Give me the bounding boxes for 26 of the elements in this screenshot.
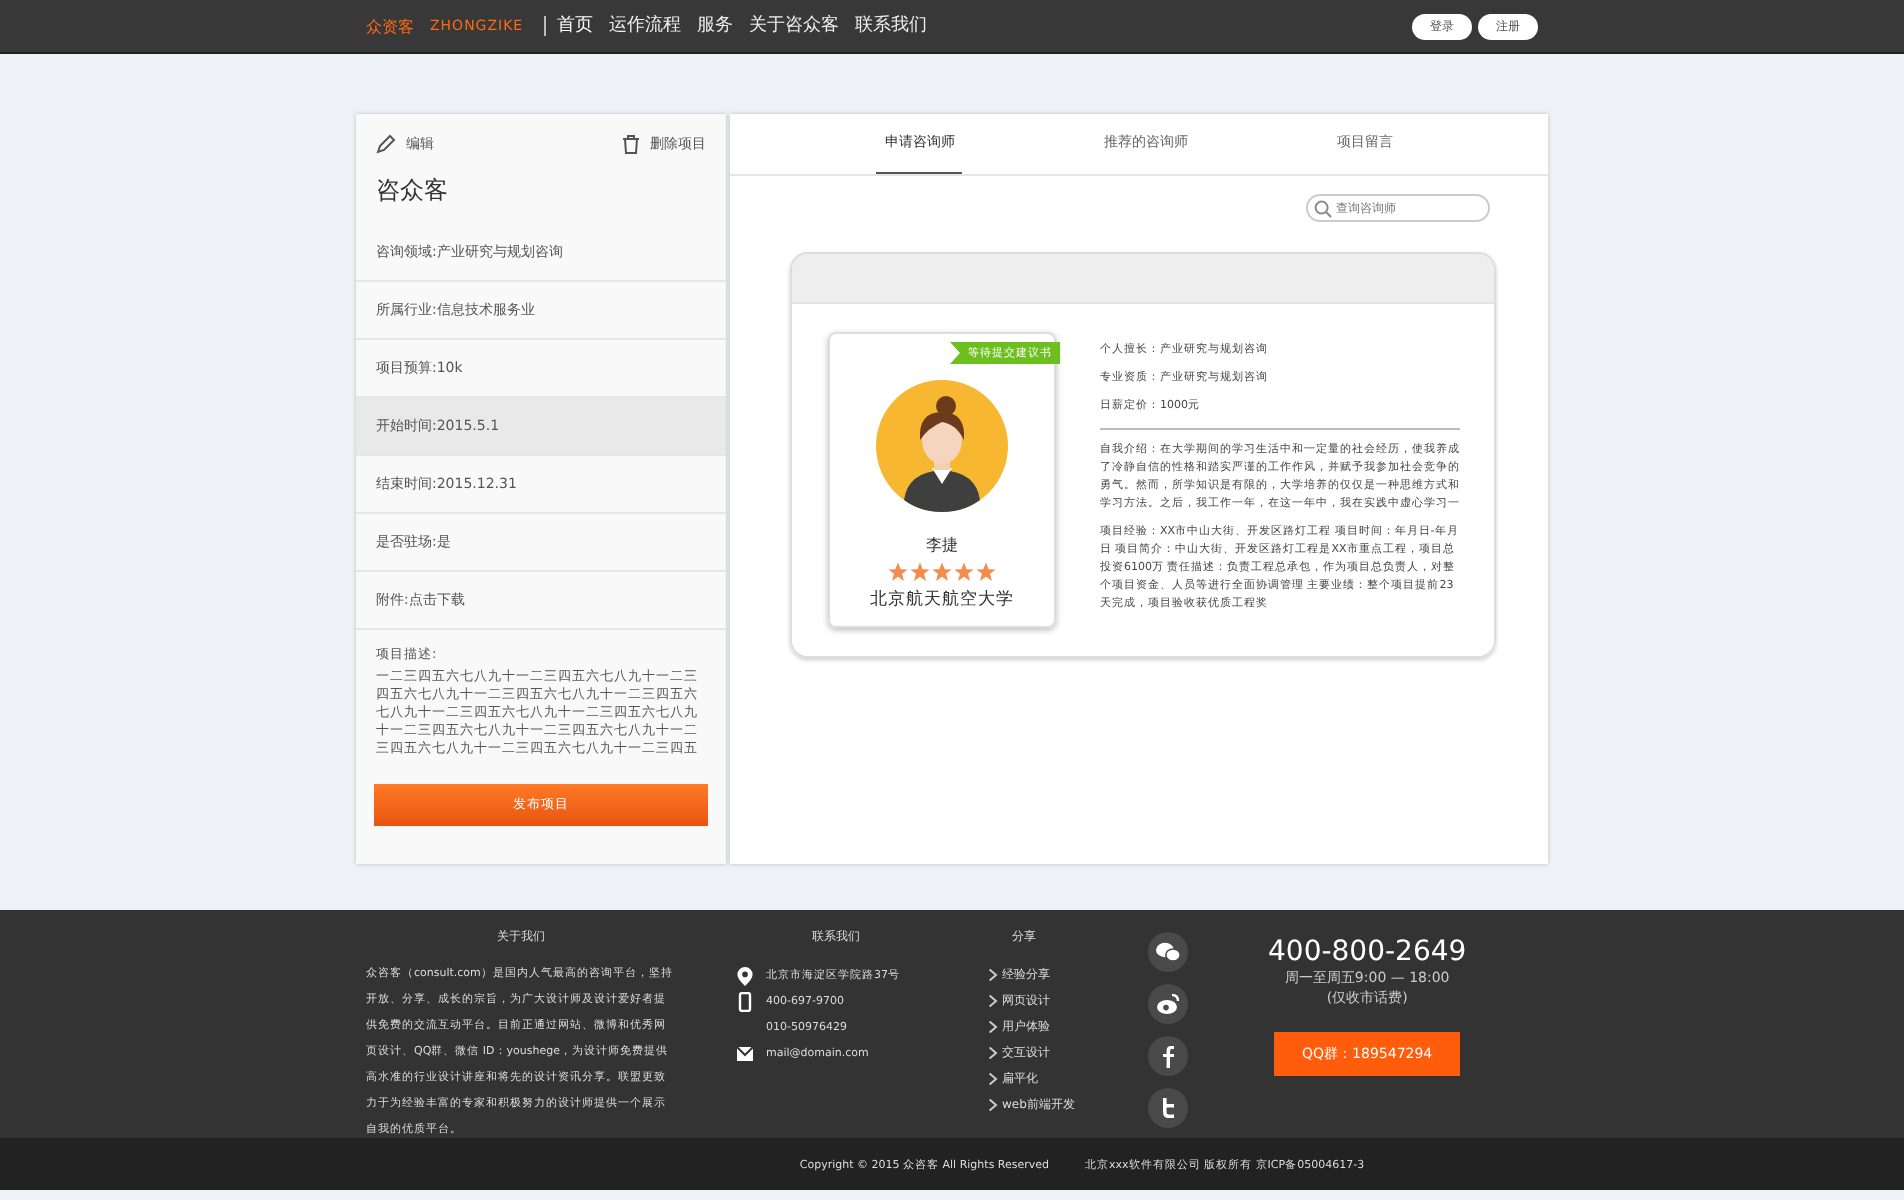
location-pin-icon <box>736 965 754 985</box>
phone-icon <box>736 991 754 1011</box>
consultant-name: 李捷 <box>926 534 958 556</box>
nav-link[interactable]: 首页 <box>557 11 594 41</box>
star-icon <box>954 562 974 582</box>
school-name: 北京航天航空大学 <box>870 588 1014 612</box>
star-icon <box>888 562 908 582</box>
nav-link[interactable]: 关于咨众客 <box>749 11 840 41</box>
hotline-number: 400-800-2649 <box>1268 936 1467 968</box>
trash-icon <box>622 134 640 154</box>
star-icon <box>976 562 996 582</box>
nav-link[interactable]: 运作流程 <box>609 11 682 41</box>
wechat-icon[interactable] <box>1148 932 1188 972</box>
pencil-icon <box>376 134 396 154</box>
envelope-icon <box>736 1043 754 1063</box>
search-icon <box>1314 199 1332 217</box>
nav-link[interactable]: 服务 <box>697 11 734 41</box>
weibo-icon[interactable] <box>1148 984 1188 1024</box>
star-icon <box>932 562 952 582</box>
star-icon <box>910 562 930 582</box>
facebook-icon[interactable] <box>1148 1036 1188 1076</box>
avatar-icon <box>876 380 1008 512</box>
twitter-icon[interactable] <box>1148 1088 1188 1128</box>
project-title: 咨众客 <box>374 174 450 208</box>
nav-link[interactable]: 联系我们 <box>855 11 928 41</box>
logo: 众资客 <box>366 15 414 37</box>
